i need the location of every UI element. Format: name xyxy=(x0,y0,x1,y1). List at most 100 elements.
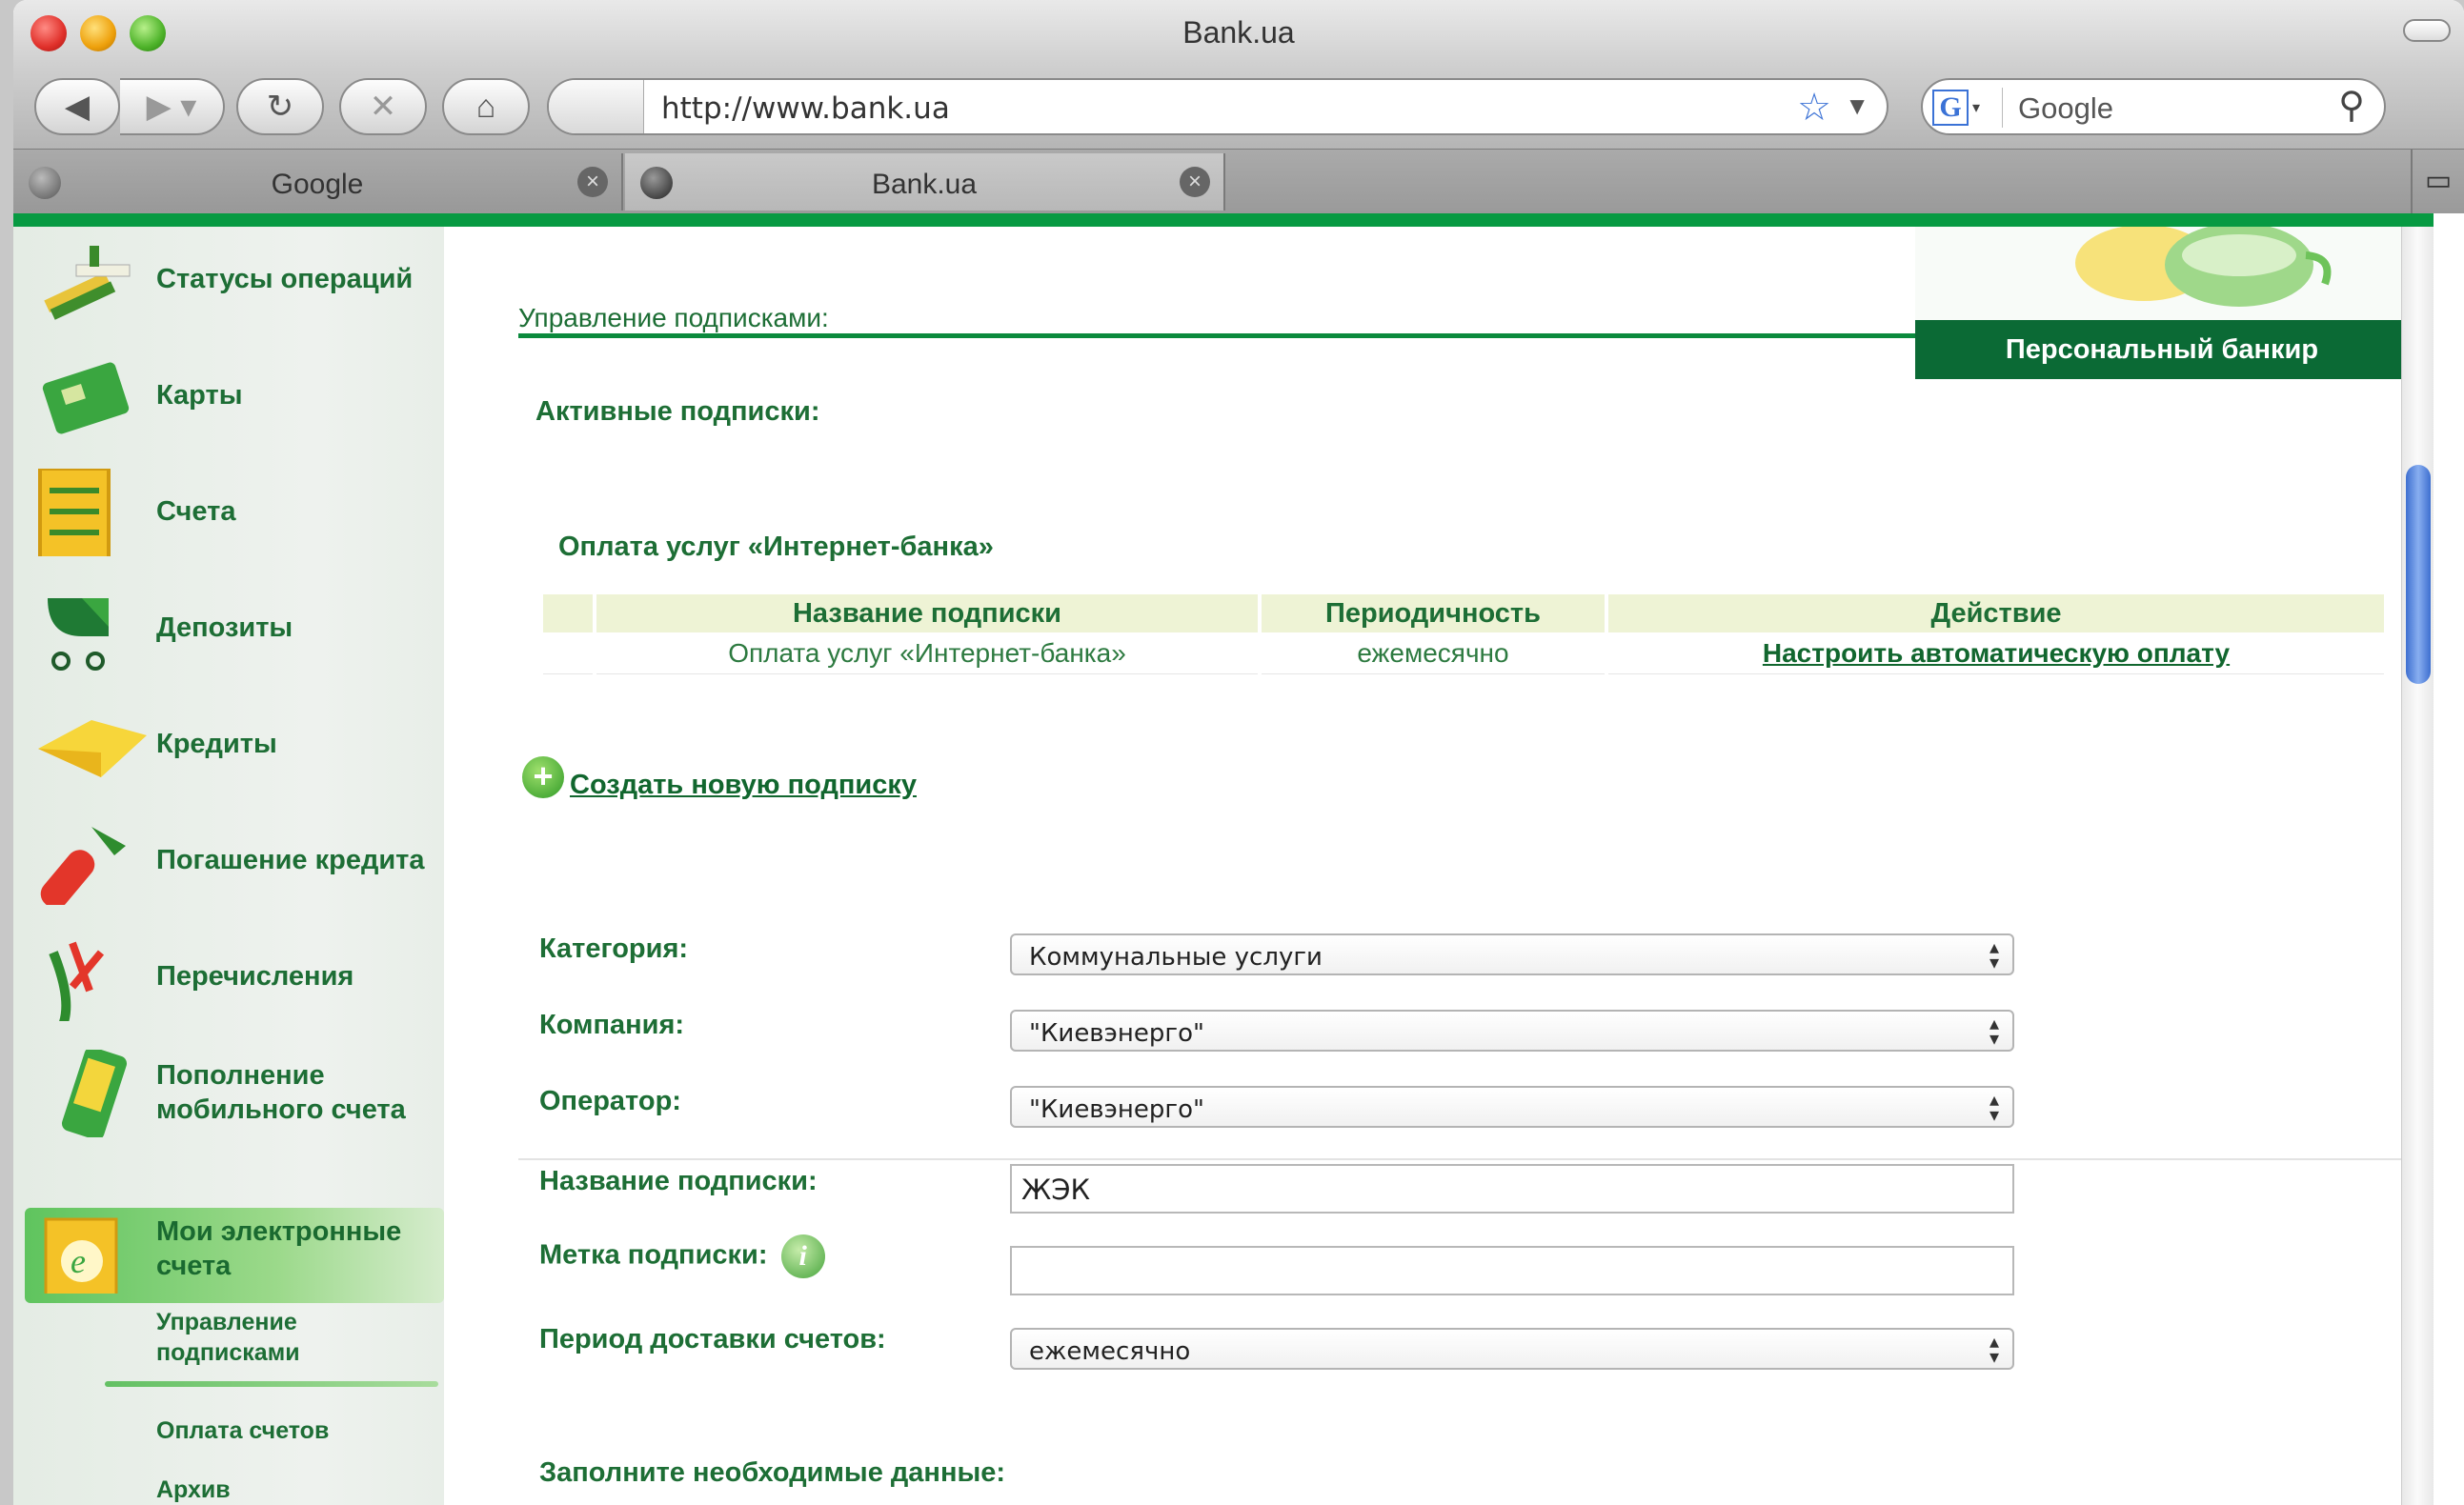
reload-button[interactable]: ↻ xyxy=(236,78,324,135)
category-label: Категория: xyxy=(539,933,689,964)
bookmark-star-icon[interactable]: ☆ xyxy=(1797,86,1831,130)
sidebar-item-label: Статусы операций xyxy=(156,264,414,294)
operations-status-icon xyxy=(44,246,131,320)
home-icon: ⌂ xyxy=(475,88,496,125)
card-icon xyxy=(42,362,130,434)
delivery-period-select[interactable]: ежемесячно ▴ ▾ xyxy=(1010,1328,2014,1370)
category-select-value: Коммунальные услуги xyxy=(1029,943,1323,972)
google-logo-icon: G xyxy=(1932,90,1969,126)
reload-icon: ↻ xyxy=(266,89,294,125)
e-box-icon: e xyxy=(44,1217,118,1294)
chevron-down-icon: ▾ xyxy=(1972,100,1981,116)
sidebar-item-label: Счета xyxy=(156,496,236,527)
tab-label: Bank.ua xyxy=(871,169,978,200)
tab-bank-ua[interactable]: Bank.ua × xyxy=(625,153,1225,211)
close-tab-icon[interactable]: × xyxy=(1180,167,1210,197)
sidebar-item-operations-status[interactable]: Статусы операций xyxy=(13,227,444,331)
tab-list-icon[interactable]: ▭ xyxy=(2411,150,2464,214)
globe-icon xyxy=(29,167,61,199)
site-identity-button[interactable] xyxy=(549,80,644,133)
column-header-blank xyxy=(543,594,593,632)
company-select-value: "Киевэнерго" xyxy=(1029,1019,1204,1048)
globe-icon xyxy=(640,167,673,199)
url-bar[interactable]: http://www.bank.ua ☆ ▼ xyxy=(547,78,1888,135)
forward-button[interactable]: ▶ ▾ xyxy=(120,78,225,135)
sidebar-item-label: Депозиты xyxy=(156,612,293,643)
title-underline xyxy=(518,333,1915,338)
window-title: Bank.ua xyxy=(1182,15,1295,50)
subscription-period-cell: ежемесячно xyxy=(1262,632,1605,674)
title-bar: Bank.ua xyxy=(13,0,2464,67)
toolbar-toggle-button[interactable] xyxy=(2403,19,2451,42)
subscriptions-table: Название подписки Периодичность Действие… xyxy=(539,594,2388,674)
table-header-row: Название подписки Периодичность Действие xyxy=(543,594,2384,632)
operator-label: Оператор: xyxy=(539,1086,681,1116)
sidebar-item-label: Кредиты xyxy=(156,729,277,759)
sidebar-item-deposits[interactable]: Депозиты xyxy=(13,575,444,680)
sidebar-item-my-e-bills[interactable]: e Мои электронные счета xyxy=(13,1196,444,1301)
column-header-action: Действие xyxy=(1608,594,2384,632)
sidebar-item-label: Карты xyxy=(156,380,243,411)
vertical-scrollbar[interactable] xyxy=(2401,227,2434,1505)
sidebar-item-label: Перечисления xyxy=(156,961,354,992)
navigation-toolbar: ◀ ▶ ▾ ↻ ✕ ⌂ http://www.bank.ua ☆ ▼ G ▾ G… xyxy=(13,67,2464,149)
setup-autopay-link[interactable]: Настроить автоматическую оплату xyxy=(1763,638,2230,668)
back-arrow-icon: ◀ xyxy=(64,89,91,125)
company-label: Компания: xyxy=(539,1010,685,1040)
main-content: Персональный банкир Управление подпискам… xyxy=(518,227,2409,1505)
back-button[interactable]: ◀ xyxy=(34,78,120,135)
url-history-dropdown-icon[interactable]: ▼ xyxy=(1845,91,1869,121)
tab-google[interactable]: Google × xyxy=(13,153,623,211)
active-subscriptions-heading: Активные подписки: xyxy=(535,396,820,427)
page-title: Управление подписками: xyxy=(518,303,829,332)
abacus-icon xyxy=(38,469,111,556)
stop-icon: ✕ xyxy=(369,89,397,125)
personal-banker-label: Персональный банкир xyxy=(1915,320,2409,379)
company-select[interactable]: "Киевэнерго" ▴ ▾ xyxy=(1010,1010,2014,1052)
create-subscription-text: Создать новую подписку xyxy=(570,770,917,800)
search-icon[interactable]: ⚲ xyxy=(2338,84,2365,127)
subscription-group-heading: Оплата услуг «Интернет-банка» xyxy=(558,532,994,562)
scrollbar-thumb[interactable] xyxy=(2406,465,2431,684)
table-cell-blank xyxy=(543,632,593,674)
subscription-name-label: Название подписки: xyxy=(539,1166,818,1196)
sidebar-item-mobile-topup[interactable]: Пополнение мобильного счета xyxy=(13,1040,444,1145)
category-select[interactable]: Коммунальные услуги ▴ ▾ xyxy=(1010,933,2014,975)
sidebar-item-loan-repayment[interactable]: Погашение кредита xyxy=(13,808,444,913)
search-input[interactable]: Google xyxy=(2018,91,2113,126)
close-tab-icon[interactable]: × xyxy=(577,167,608,197)
paper-boat-icon xyxy=(38,720,147,777)
stop-button[interactable]: ✕ xyxy=(339,78,427,135)
search-bar[interactable]: G ▾ Google ⚲ xyxy=(1921,78,2386,135)
subscription-name-cell: Оплата услуг «Интернет-банка» xyxy=(596,632,1258,674)
url-text[interactable]: http://www.bank.ua xyxy=(661,91,950,126)
operator-select[interactable]: "Киевэнерго" ▴ ▾ xyxy=(1010,1086,2014,1128)
select-arrows-icon: ▴ ▾ xyxy=(1989,935,1999,973)
browser-window: Bank.ua ◀ ▶ ▾ ↻ ✕ ⌂ http://www.bank.ua ☆… xyxy=(13,0,2464,1505)
subitem-selected-underline xyxy=(105,1381,438,1387)
home-button[interactable]: ⌂ xyxy=(442,78,530,135)
sidebar-subitem-manage-subscriptions[interactable]: Управление подписками xyxy=(156,1307,404,1368)
sidebar-item-transfers[interactable]: Перечисления xyxy=(13,924,444,1029)
web-page: Статусы операций Карты Счета Депозиты Кр… xyxy=(13,213,2434,1505)
create-subscription-link[interactable]: + Создать новую подписку xyxy=(522,752,917,801)
sidebar-item-cards[interactable]: Карты xyxy=(13,343,444,448)
delivery-period-select-value: ежемесячно xyxy=(1029,1337,1191,1366)
forward-arrow-icon: ▶ ▾ xyxy=(146,89,197,125)
tab-bar: Google × Bank.ua × ▭ xyxy=(13,149,2464,214)
subscription-tag-input[interactable] xyxy=(1010,1246,2014,1295)
info-icon[interactable]: i xyxy=(780,1234,825,1278)
sidebar-subitem-archive[interactable]: Архив xyxy=(156,1475,231,1505)
svg-text:e: e xyxy=(71,1242,86,1280)
subscription-tag-label-text: Метка подписки: xyxy=(539,1239,768,1271)
subscription-name-input[interactable]: ЖЭК xyxy=(1010,1164,2014,1214)
sidebar-item-credits[interactable]: Кредиты xyxy=(13,692,444,796)
sidebar-item-accounts[interactable]: Счета xyxy=(13,459,444,564)
operator-select-value: "Киевэнерго" xyxy=(1029,1095,1204,1124)
select-arrows-icon: ▴ ▾ xyxy=(1989,1088,1999,1126)
sidebar-subitem-bill-payment[interactable]: Оплата счетов xyxy=(156,1415,329,1446)
search-engine-selector[interactable]: G ▾ xyxy=(1932,88,2003,128)
personal-banker-banner[interactable]: Персональный банкир xyxy=(1915,227,2409,379)
plus-icon: + xyxy=(522,755,564,798)
sidebar-item-label: Погашение кредита xyxy=(156,845,425,875)
